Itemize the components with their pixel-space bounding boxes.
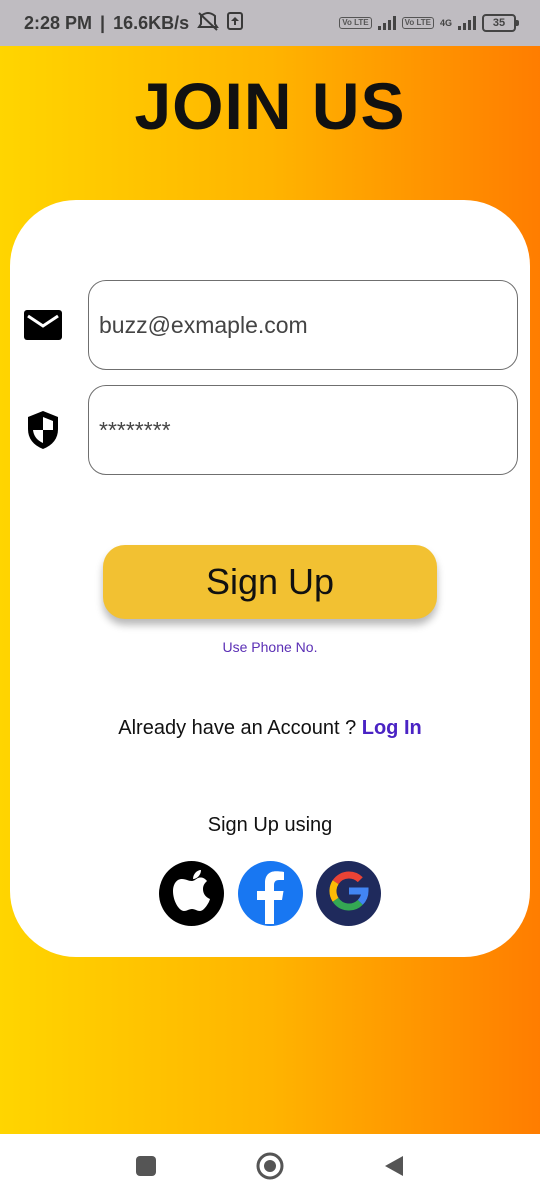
- page-title: JOIN US: [134, 69, 406, 143]
- login-prompt: Already have an Account ?: [118, 717, 362, 739]
- upload-icon: [227, 11, 244, 35]
- volte-badge-2: Vo LTE: [401, 17, 434, 29]
- login-prompt-row: Already have an Account ? Log In: [0, 717, 540, 740]
- use-phone-link[interactable]: Use Phone No.: [0, 639, 540, 655]
- facebook-signup-button[interactable]: [238, 861, 303, 926]
- status-separator: |: [100, 12, 106, 33]
- apple-signup-button[interactable]: [159, 861, 224, 926]
- home-button[interactable]: [256, 1152, 284, 1185]
- navigation-bar: [0, 1134, 540, 1200]
- network-type: 4G: [439, 18, 452, 28]
- recent-apps-button[interactable]: [132, 1154, 160, 1182]
- sign-up-using-label: Sign Up using: [207, 814, 333, 836]
- mute-icon: [197, 11, 219, 36]
- back-triangle-icon: [383, 1154, 405, 1183]
- status-left: 2:28 PM | 16.6KB/s: [24, 11, 244, 36]
- facebook-icon: [238, 859, 303, 929]
- google-signup-button[interactable]: [316, 861, 381, 926]
- signal-icon-2: [458, 16, 476, 30]
- status-time: 2:28 PM: [24, 12, 93, 33]
- mail-icon: [23, 305, 63, 345]
- log-in-link[interactable]: Log In: [362, 717, 422, 739]
- battery-icon: 35: [482, 14, 519, 32]
- apple-icon: [172, 869, 212, 918]
- signup-screen: 2:28 PM | 16.6KB/s Vo LTE Vo LTE 4G 35 J…: [0, 0, 540, 1200]
- signal-icon-1: [377, 16, 396, 30]
- square-icon: [135, 1155, 157, 1182]
- circle-icon: [256, 1152, 284, 1185]
- back-button[interactable]: [380, 1154, 408, 1182]
- status-right: Vo LTE Vo LTE 4G 35: [339, 14, 519, 32]
- shield-icon: [23, 410, 63, 450]
- email-field[interactable]: buzz@exmaple.com: [88, 280, 518, 370]
- google-icon: [327, 869, 371, 918]
- status-speed: 16.6KB/s: [113, 12, 190, 33]
- email-value: buzz@exmaple.com: [99, 311, 308, 338]
- password-field[interactable]: ********: [88, 385, 518, 475]
- password-value: ********: [99, 416, 171, 443]
- volte-badge-1: Vo LTE: [339, 17, 372, 29]
- sign-up-button[interactable]: Sign Up: [103, 545, 437, 619]
- status-bar: 2:28 PM | 16.6KB/s Vo LTE Vo LTE 4G 35: [0, 0, 540, 46]
